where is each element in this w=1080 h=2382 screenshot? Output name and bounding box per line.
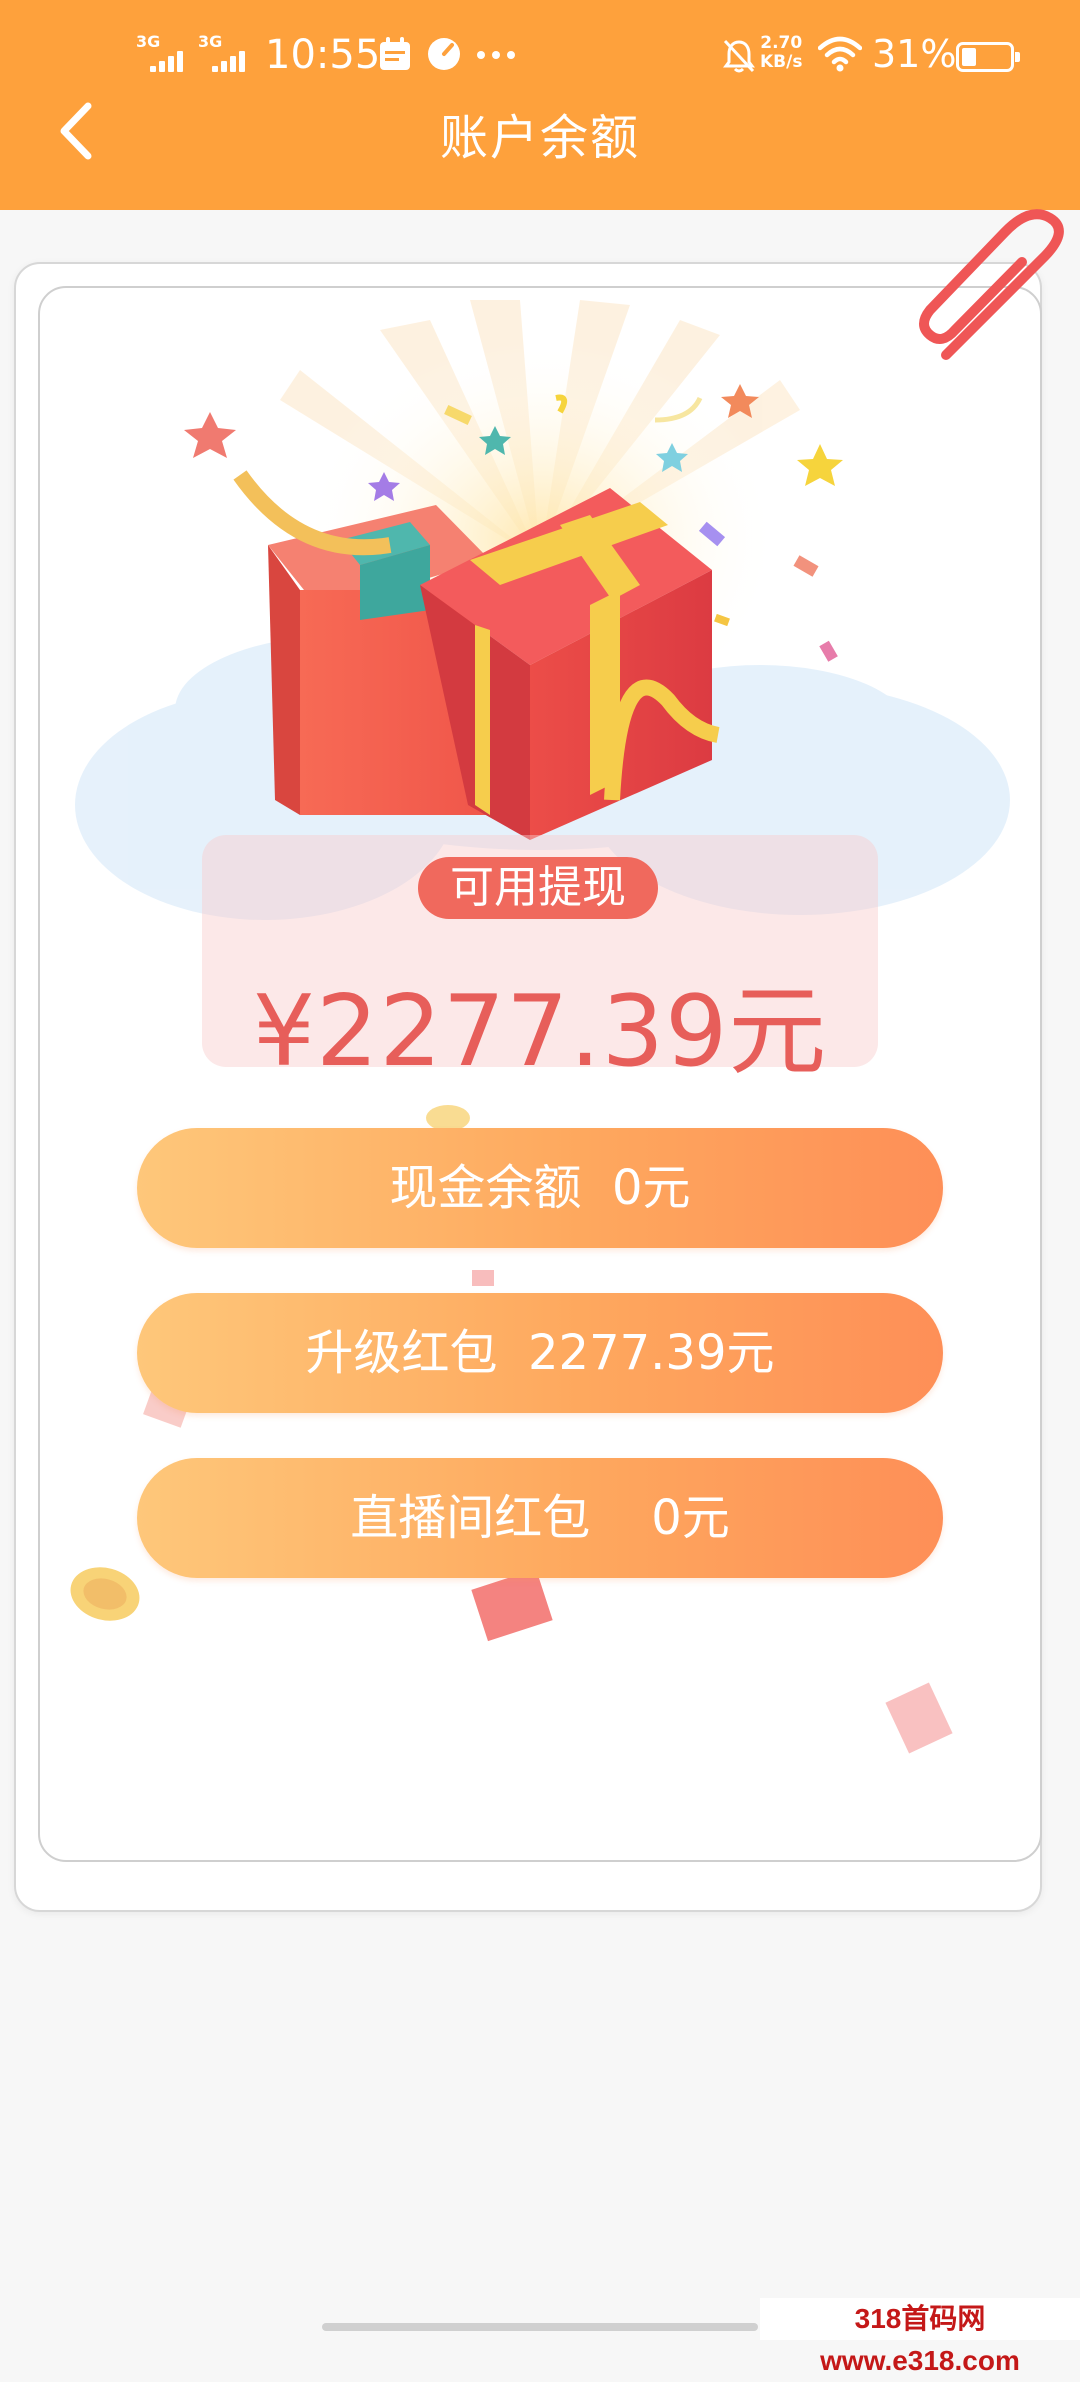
home-indicator[interactable] bbox=[322, 2323, 758, 2331]
paperclip-icon bbox=[919, 209, 1064, 360]
available-withdraw-label: 可用提现 bbox=[418, 857, 658, 919]
upgrade-red-packet-label: 升级红包 2277.39元 bbox=[305, 1325, 775, 1381]
live-room-red-packet-label: 直播间红包 0元 bbox=[350, 1490, 730, 1546]
available-withdraw-amount: ¥2277.39元 bbox=[252, 975, 828, 1089]
cash-balance-label: 现金余额 0元 bbox=[389, 1160, 691, 1216]
cash-balance-button[interactable]: 现金余额 0元 bbox=[137, 1128, 943, 1248]
watermark: 318首码网 www.e318.com bbox=[760, 2298, 1080, 2376]
live-room-red-packet-button[interactable]: 直播间红包 0元 bbox=[137, 1458, 943, 1578]
upgrade-red-packet-button[interactable]: 升级红包 2277.39元 bbox=[137, 1293, 943, 1413]
